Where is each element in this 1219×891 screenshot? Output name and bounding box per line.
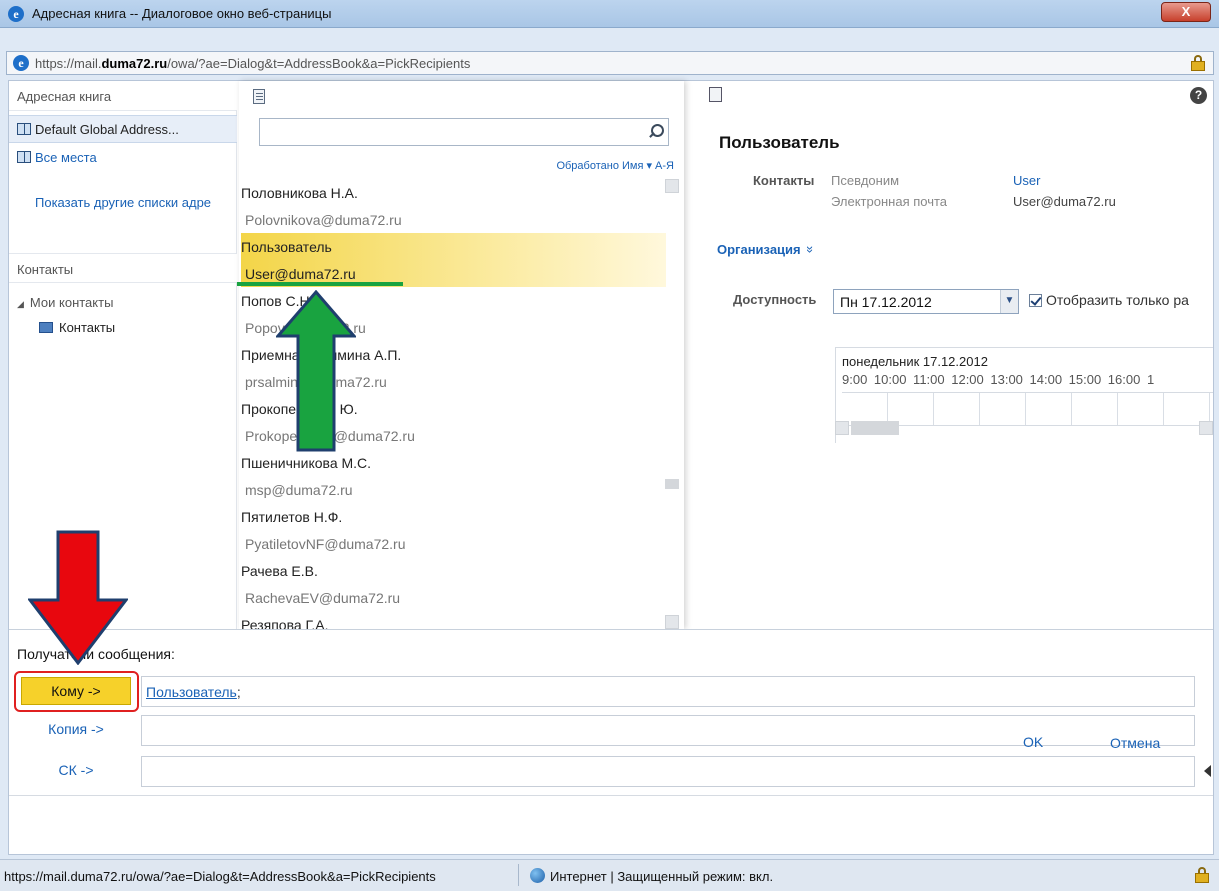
to-recipient-link[interactable]: Пользователь xyxy=(146,684,237,700)
ie-icon: e xyxy=(8,6,24,22)
sidebar-item-all-places[interactable]: Все места xyxy=(9,144,237,172)
scroll-down-icon[interactable] xyxy=(665,615,679,629)
to-separator: ; xyxy=(236,684,241,700)
collapse-triangle-icon[interactable]: ◢ xyxy=(17,299,24,309)
divider xyxy=(9,795,1213,796)
schedule-hours: 9:00 10:00 11:00 12:00 13:00 14:00 15:00… xyxy=(842,372,1155,387)
address-bar: e https://mail.duma72.ru/owa/?ae=Dialog&… xyxy=(6,51,1214,75)
address-book-header: Адресная книга xyxy=(9,81,237,111)
tree-contacts-folder[interactable]: Контакты xyxy=(39,320,115,335)
details-panel: ? Пользователь Контакты Псевдоним User Э… xyxy=(689,81,1213,629)
contacts-card-icon xyxy=(39,322,53,333)
list-item-name[interactable]: Рачева Е.В. xyxy=(241,557,666,584)
list-item-email[interactable]: Polovnikova@duma72.ru xyxy=(241,206,666,233)
schedule-day: понедельник 17.12.2012 xyxy=(842,354,988,369)
scroll-thumb[interactable] xyxy=(851,421,899,435)
list-scrollbar[interactable] xyxy=(664,179,680,629)
collapse-left-icon[interactable] xyxy=(1204,765,1211,777)
scroll-left-icon[interactable] xyxy=(835,421,849,435)
date-select-value: Пн 17.12.2012 xyxy=(840,294,932,310)
list-item-name[interactable]: Пшеничникова М.С. xyxy=(241,449,666,476)
scroll-thumb[interactable] xyxy=(665,479,679,489)
email-value: User@duma72.ru xyxy=(1013,194,1116,209)
bcc-field[interactable] xyxy=(141,756,1195,787)
contacts-section-label: Контакты xyxy=(753,173,815,188)
close-button[interactable]: X xyxy=(1161,2,1211,22)
ok-button[interactable]: OK xyxy=(1023,734,1043,750)
search-input[interactable] xyxy=(259,118,669,146)
security-zone[interactable]: Интернет | Защищенный режим: вкл. xyxy=(550,869,773,884)
to-button[interactable]: Кому -> xyxy=(21,677,131,705)
list-item-name[interactable]: Резяпова Г.А. xyxy=(241,611,666,629)
email-label: Электронная почта xyxy=(831,194,948,209)
checkbox-checked-icon[interactable] xyxy=(1029,294,1042,307)
bcc-button[interactable]: СК -> xyxy=(21,757,131,785)
tree-label: Мои контакты xyxy=(29,295,114,310)
tree-my-contacts[interactable]: ◢ Мои контакты xyxy=(17,295,113,310)
organization-toggle[interactable]: Организация» xyxy=(717,242,818,257)
contacts-header: Контакты xyxy=(9,253,237,283)
selection-underline xyxy=(237,282,403,286)
to-field[interactable]: Пользователь; xyxy=(141,676,1195,707)
lock-icon[interactable] xyxy=(1195,867,1209,883)
alias-label: Псевдоним xyxy=(831,173,900,188)
chevron-down-icon[interactable]: ▼ xyxy=(1000,290,1018,313)
sort-control[interactable]: Обработано Имя ▾ А-Я xyxy=(556,159,674,172)
sidebar-item-label: Все места xyxy=(35,150,97,165)
show-other-lists-link[interactable]: Показать другие списки адре xyxy=(35,195,235,210)
availability-label: Доступность xyxy=(733,292,817,307)
help-icon[interactable]: ? xyxy=(1190,87,1207,104)
expand-chevron-icon: » xyxy=(802,245,818,254)
cancel-button[interactable]: Отмена xyxy=(1110,735,1160,751)
list-item-name[interactable]: Половникова Н.А. xyxy=(241,179,666,206)
tree-label: Контакты xyxy=(59,320,116,335)
show-only-working-hours-checkbox[interactable]: Отобразить только ра xyxy=(1029,292,1213,308)
date-select[interactable]: Пн 17.12.2012 ▼ xyxy=(833,289,1019,314)
schedule-scrollbar[interactable] xyxy=(835,421,1213,435)
address-book-icon xyxy=(17,151,31,163)
globe-icon xyxy=(530,868,545,883)
status-bar: https://mail.duma72.ru/owa/?ae=Dialog&t=… xyxy=(0,859,1219,891)
green-arrow-up-icon xyxy=(276,290,356,452)
address-book-icon xyxy=(17,123,31,135)
sidebar-item-global-address-list[interactable]: Default Global Address... xyxy=(9,115,237,143)
sidebar-item-label: Default Global Address... xyxy=(35,122,179,137)
list-item-email[interactable]: RachevaEV@duma72.ru xyxy=(241,584,666,611)
status-url: https://mail.duma72.ru/owa/?ae=Dialog&t=… xyxy=(4,869,436,884)
address-url: https://mail.duma72.ru/owa/?ae=Dialog&t=… xyxy=(35,56,471,71)
ie-page-icon: e xyxy=(13,55,29,71)
scroll-right-icon[interactable] xyxy=(1199,421,1213,435)
list-view-icon[interactable] xyxy=(253,89,265,104)
scroll-up-icon[interactable] xyxy=(665,179,679,193)
details-title: Пользователь xyxy=(719,133,840,152)
status-divider xyxy=(518,864,519,886)
window-title: Адресная книга -- Диалоговое окно веб-ст… xyxy=(32,6,332,21)
print-icon[interactable] xyxy=(709,87,722,102)
list-item-name-selected[interactable]: Пользователь xyxy=(241,233,666,260)
checkbox-label: Отобразить только ра xyxy=(1046,292,1189,308)
search-icon[interactable] xyxy=(648,124,664,140)
alias-value[interactable]: User xyxy=(1013,173,1040,188)
cc-button[interactable]: Копия -> xyxy=(21,716,131,744)
recipients-area: Получатели сообщения: Кому -> Пользовате… xyxy=(9,629,1213,802)
organization-label: Организация xyxy=(717,242,801,257)
list-item-email[interactable]: msp@duma72.ru xyxy=(241,476,666,503)
lock-icon[interactable] xyxy=(1191,55,1205,71)
red-arrow-down-icon xyxy=(28,530,128,665)
window-title-bar: e Адресная книга -- Диалоговое окно веб-… xyxy=(0,0,1219,28)
list-item-email[interactable]: PyatiletovNF@duma72.ru xyxy=(241,530,666,557)
list-item-name[interactable]: Пятилетов Н.Ф. xyxy=(241,503,666,530)
